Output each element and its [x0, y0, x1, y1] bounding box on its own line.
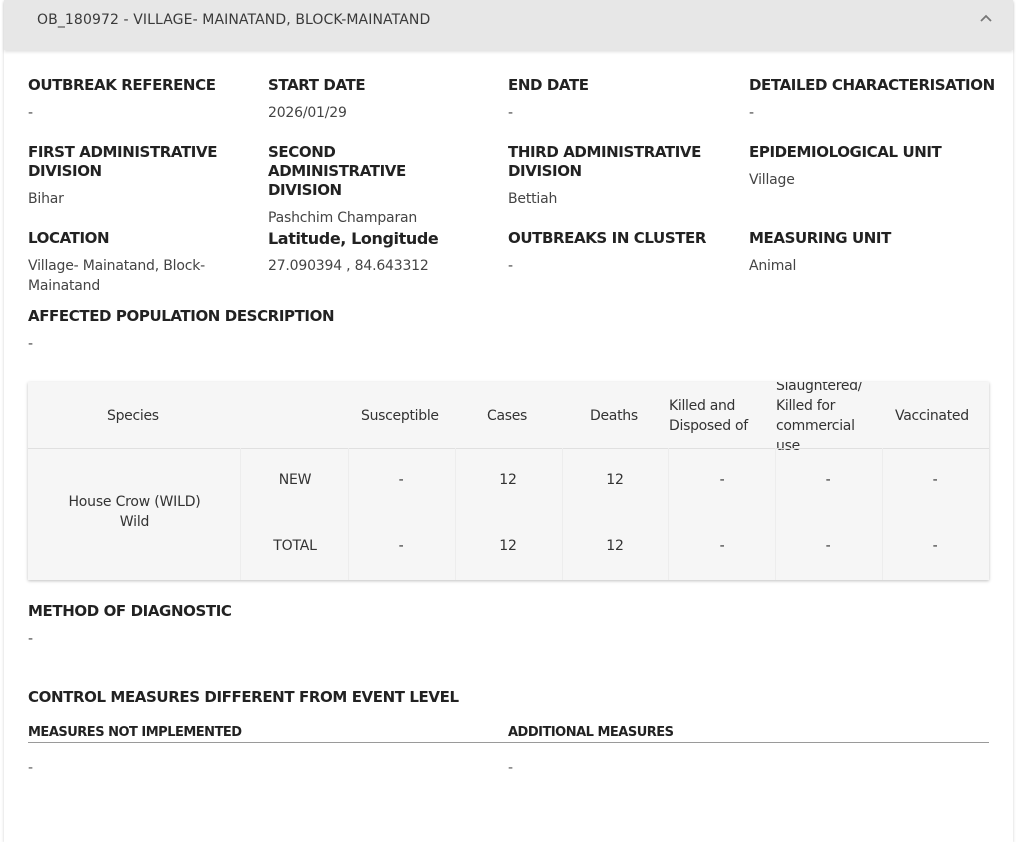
affected-population-value: -: [28, 336, 33, 352]
detailed-characterisation-label: DETAILED CHARACTERISATION: [749, 76, 995, 94]
field-first-admin: FIRST ADMINISTRATIVE DIVISION Bihar: [28, 143, 228, 209]
header-divider: [28, 448, 989, 449]
panel-header[interactable]: OB_180972 - VILLAGE- MAINATAND, BLOCK-MA…: [4, 0, 1013, 50]
lat-long-value: 27.090394 , 84.643312: [268, 258, 429, 274]
control-measures-title: CONTROL MEASURES DIFFERENT FROM EVENT LE…: [28, 688, 459, 706]
measures-not-implemented-label: MEASURES NOT IMPLEMENTED: [28, 725, 242, 740]
col-divider: [348, 448, 349, 580]
col-divider: [775, 448, 776, 580]
field-detailed-characterisation: DETAILED CHARACTERISATION -: [749, 76, 999, 123]
th-cases: Cases: [487, 408, 528, 424]
start-date-value: 2026/01/29: [268, 105, 347, 121]
field-second-admin: SECOND ADMINISTRATIVE DIVISION Pashchim …: [268, 143, 478, 228]
lat-long-label: Latitude, Longitude: [268, 229, 439, 248]
row-new-susceptible: -: [398, 472, 404, 488]
field-outbreaks-in-cluster: OUTBREAKS IN CLUSTER -: [508, 229, 733, 276]
additional-measures-value: -: [508, 760, 514, 776]
field-start-date: START DATE 2026/01/29: [268, 76, 493, 123]
col-divider: [668, 448, 669, 580]
col-divider: [562, 448, 563, 580]
location-label: LOCATION: [28, 229, 110, 247]
row-new-cases: 12: [499, 472, 517, 488]
second-admin-label: SECOND ADMINISTRATIVE DIVISION: [268, 143, 406, 199]
row-new-vaccinated: -: [932, 472, 938, 488]
measures-divider: [28, 742, 989, 743]
field-measuring-unit: MEASURING UNIT Animal: [749, 229, 974, 276]
th-killed: Killed and Disposed of: [669, 398, 748, 434]
row-total-label: TOTAL: [273, 538, 317, 554]
th-species: Species: [107, 408, 159, 424]
outbreak-reference-value: -: [28, 105, 33, 121]
row-total-killed: -: [719, 538, 725, 554]
row-total-susceptible: -: [398, 538, 404, 554]
field-location: LOCATION Village- Mainatand, Block-Maina…: [28, 229, 228, 296]
epi-unit-value: Village: [749, 172, 795, 188]
th-slaughtered: Slaughtered/ Killed for commercial use: [776, 382, 863, 454]
row-new-killed: -: [719, 472, 725, 488]
second-admin-value: Pashchim Champaran: [268, 210, 418, 226]
diagnostic-value: -: [28, 631, 33, 647]
col-divider: [240, 448, 241, 580]
species-name: House Crow (WILD): [68, 494, 201, 510]
th-deaths: Deaths: [590, 408, 638, 424]
col-divider: [455, 448, 456, 580]
outbreak-reference-label: OUTBREAK REFERENCE: [28, 76, 216, 94]
third-admin-value: Bettiah: [508, 191, 558, 207]
row-new-label: NEW: [278, 472, 312, 488]
row-new-deaths: 12: [606, 472, 624, 488]
first-admin-value: Bihar: [28, 191, 64, 207]
field-affected-population: AFFECTED POPULATION DESCRIPTION -: [28, 307, 428, 354]
panel-title: OB_180972 - VILLAGE- MAINATAND, BLOCK-MA…: [37, 12, 431, 28]
field-outbreak-reference: OUTBREAK REFERENCE -: [28, 76, 253, 123]
affected-population-label: AFFECTED POPULATION DESCRIPTION: [28, 307, 335, 325]
detailed-characterisation-value: -: [749, 105, 754, 121]
field-end-date: END DATE -: [508, 76, 733, 123]
row-new-slaughtered: -: [825, 472, 831, 488]
third-admin-label: THIRD ADMINISTRATIVE DIVISION: [508, 143, 701, 180]
epi-unit-label: EPIDEMIOLOGICAL UNIT: [749, 143, 942, 161]
first-admin-label: FIRST ADMINISTRATIVE DIVISION: [28, 143, 218, 180]
row-total-vaccinated: -: [932, 538, 938, 554]
row-total-slaughtered: -: [825, 538, 831, 554]
species-table: Species Susceptible Cases Deaths Killed …: [28, 382, 989, 580]
measuring-unit-label: MEASURING UNIT: [749, 229, 891, 247]
measuring-unit-value: Animal: [749, 258, 797, 274]
location-value: Village- Mainatand, Block-Mainatand: [28, 258, 205, 294]
outbreaks-in-cluster-label: OUTBREAKS IN CLUSTER: [508, 229, 707, 247]
th-vaccinated: Vaccinated: [895, 408, 969, 424]
chevron-up-icon[interactable]: [979, 13, 993, 23]
additional-measures-label: ADDITIONAL MEASURES: [508, 725, 674, 740]
field-third-admin: THIRD ADMINISTRATIVE DIVISION Bettiah: [508, 143, 708, 209]
col-divider: [882, 448, 883, 580]
field-diagnostic: METHOD OF DIAGNOSTIC -: [28, 602, 428, 649]
end-date-label: END DATE: [508, 76, 589, 94]
start-date-label: START DATE: [268, 76, 366, 94]
end-date-value: -: [508, 105, 513, 121]
measures-not-implemented-value: -: [28, 760, 34, 776]
row-total-cases: 12: [499, 538, 517, 554]
field-epi-unit: EPIDEMIOLOGICAL UNIT Village: [749, 143, 974, 190]
species-type: Wild: [119, 514, 150, 530]
diagnostic-label: METHOD OF DIAGNOSTIC: [28, 602, 232, 620]
row-total-deaths: 12: [606, 538, 624, 554]
outbreaks-in-cluster-value: -: [508, 258, 513, 274]
th-susceptible: Susceptible: [361, 408, 439, 424]
field-lat-long: Latitude, Longitude 27.090394 , 84.64331…: [268, 229, 493, 276]
